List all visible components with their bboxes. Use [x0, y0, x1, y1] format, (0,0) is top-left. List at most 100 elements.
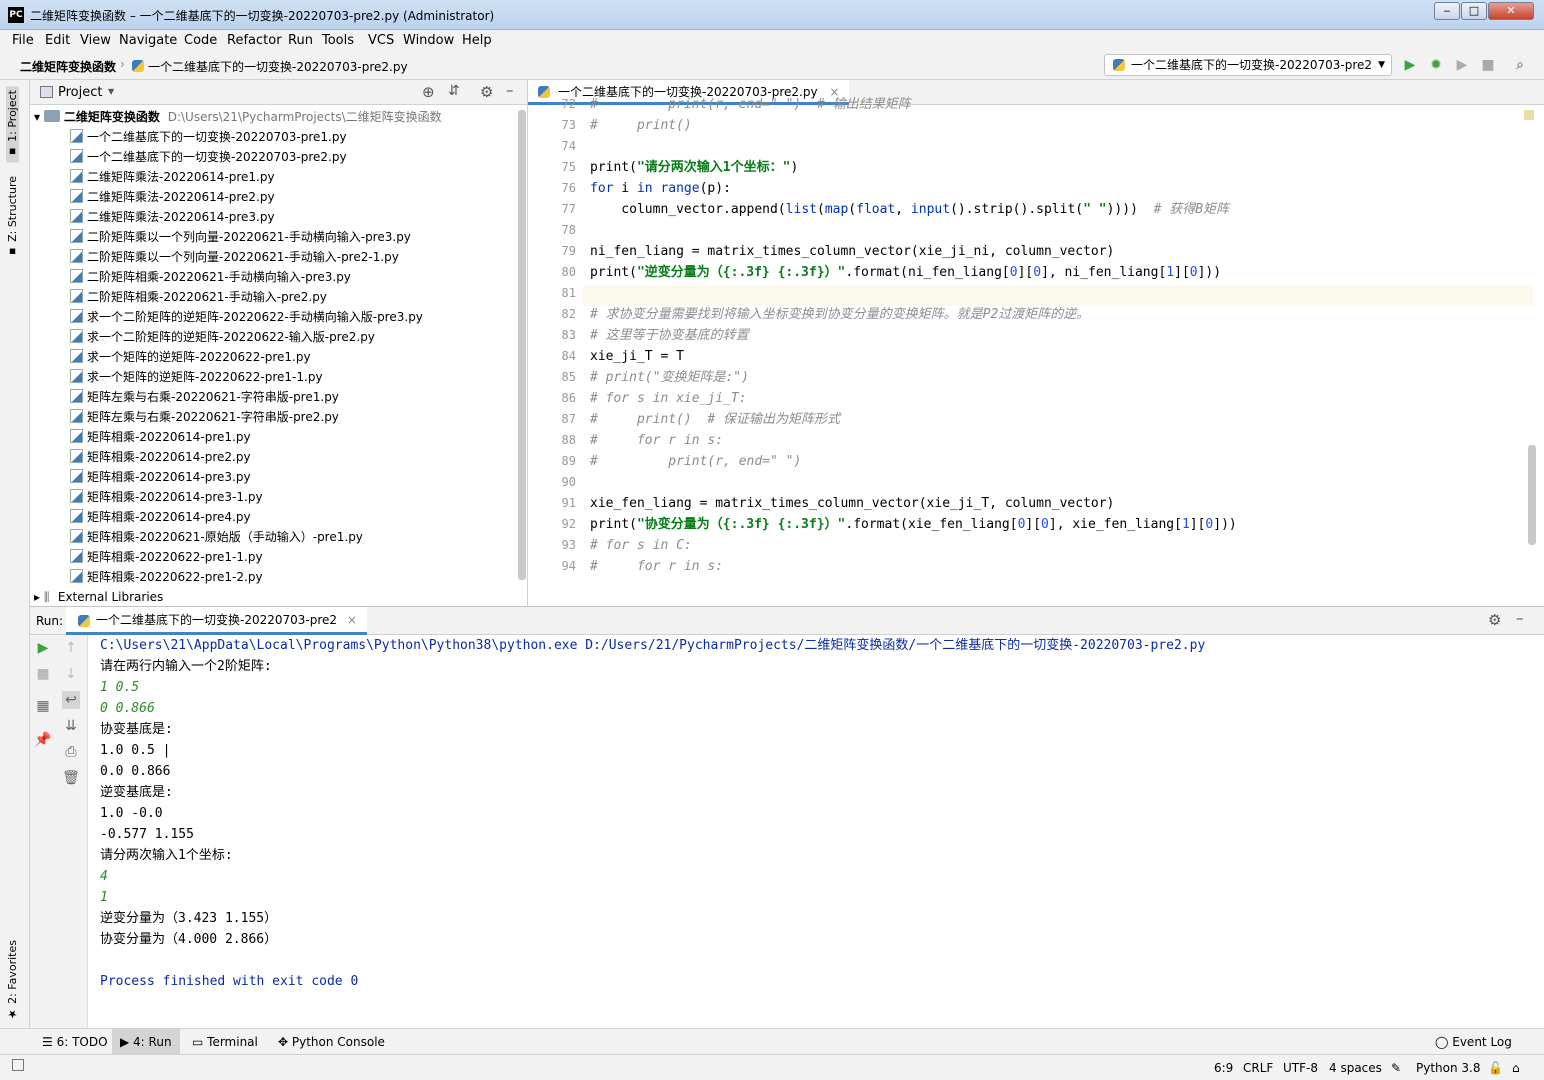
tree-file-item[interactable]: 矩阵相乘-20220614-pre3-1.py [70, 487, 263, 507]
tree-file-item[interactable]: 二阶矩阵相乘-20220621-手动输入-pre2.py [70, 287, 327, 307]
line-number: 86 [561, 391, 576, 405]
run-icon[interactable]: ▶ [1402, 57, 1418, 73]
tree-file-item[interactable]: 二阶矩阵相乘-20220621-手动横向输入-pre3.py [70, 267, 351, 287]
soft-wrap-icon[interactable]: ↩ [62, 691, 80, 709]
project-tool-tab[interactable]: ▪ 1: Project [6, 86, 19, 163]
favorites-tool-tab[interactable]: ★ 2: Favorites [6, 940, 19, 1020]
tree-file-item[interactable]: 一个二维基底下的一切变换-20220703-pre2.py [70, 147, 347, 167]
scroll-to-end-icon[interactable]: ⇊ [62, 717, 80, 735]
todo-tab[interactable]: ☰ 6: TODO [42, 1035, 108, 1049]
line-number: 76 [561, 181, 576, 195]
close-button[interactable]: ✕ [1488, 2, 1534, 20]
close-tab-icon[interactable]: × [347, 613, 357, 627]
project-panel-title[interactable]: Project [58, 85, 102, 100]
search-icon[interactable]: ⌕ [1512, 57, 1528, 73]
breadcrumb-project[interactable]: 二维矩阵变换函数 [20, 58, 116, 75]
cursor-position[interactable]: 6:9 [1214, 1061, 1233, 1075]
tree-file-item[interactable]: 矩阵相乘-20220622-pre1-2.py [70, 567, 263, 587]
library-icon: ⫼ [43, 590, 50, 604]
menu-window[interactable]: Window [403, 33, 454, 48]
tree-file-item[interactable]: 矩阵左乘与右乘-20220621-字符串版-pre1.py [70, 387, 339, 407]
expand-icon[interactable]: ▾ [34, 110, 40, 124]
trash-icon[interactable]: 🗑 [62, 769, 80, 787]
file-name: 矩阵相乘-20220614-pre2.py [87, 450, 251, 464]
run-tool-tab[interactable]: ▶ 4: Run [112, 1029, 180, 1055]
tree-file-item[interactable]: 二维矩阵乘法-20220614-pre1.py [70, 167, 275, 187]
expand-icon[interactable]: ▸ [34, 590, 40, 604]
code-area[interactable]: # print(r, end=" ") # 输出结果矩阵 # print() p… [583, 97, 1544, 605]
locate-icon[interactable]: ⊕ [422, 83, 435, 101]
readonly-pen-icon[interactable]: ✎ [1391, 1061, 1401, 1075]
stop-icon[interactable]: ■ [34, 665, 52, 683]
console-line: C:\Users\21\AppData\Local\Programs\Pytho… [100, 638, 1206, 653]
chevron-down-icon[interactable]: ▼ [108, 87, 114, 96]
tree-file-item[interactable]: 求一个二阶矩阵的逆矩阵-20220622-手动横向输入版-pre3.py [70, 307, 423, 327]
coverage-icon[interactable]: ▶ [1454, 57, 1470, 73]
lock-icon[interactable]: 🔓 [1488, 1061, 1503, 1075]
structure-tool-tab[interactable]: ▪ Z: Structure [6, 176, 19, 258]
terminal-tab[interactable]: ▭ Terminal [192, 1035, 258, 1049]
minimize-button[interactable]: ‒ [1434, 2, 1460, 20]
maximize-button[interactable]: □ [1461, 2, 1487, 20]
menu-tools[interactable]: Tools [322, 33, 354, 48]
memory-indicator-icon[interactable]: ⌂ [1512, 1061, 1520, 1075]
menu-edit[interactable]: Edit [45, 33, 70, 48]
external-libraries[interactable]: ▸ ⫼ External Libraries [34, 587, 163, 607]
run-configuration-select[interactable]: 一个二维基底下的一切变换-20220703-pre2 ▼ [1104, 54, 1392, 76]
gear-icon[interactable]: ⚙ [480, 83, 493, 101]
breadcrumb-file[interactable]: 一个二维基底下的一切变换-20220703-pre2.py [148, 58, 408, 75]
stop-icon[interactable]: ■ [1480, 57, 1496, 73]
menu-help[interactable]: Help [462, 33, 492, 48]
menu-navigate[interactable]: Navigate [119, 33, 177, 48]
tree-file-item[interactable]: 二阶矩阵乘以一个列向量-20220621-手动横向输入-pre3.py [70, 227, 411, 247]
tree-file-item[interactable]: 求一个矩阵的逆矩阵-20220622-pre1.py [70, 347, 311, 367]
up-arrow-icon[interactable]: ↑ [62, 639, 80, 657]
menu-refactor[interactable]: Refactor [227, 33, 282, 48]
run-tab[interactable]: 一个二维基底下的一切变换-20220703-pre2 × [66, 607, 367, 635]
python-file-icon [70, 129, 83, 143]
rerun-icon[interactable]: ▶ [34, 639, 52, 657]
event-log-tab[interactable]: ◯ Event Log [1435, 1035, 1512, 1049]
python-file-icon [70, 309, 83, 323]
line-number: 90 [561, 475, 576, 489]
tree-file-item[interactable]: 矩阵相乘-20220614-pre4.py [70, 507, 251, 527]
editor-scrollbar[interactable] [1528, 445, 1536, 545]
tree-file-item[interactable]: 二维矩阵乘法-20220614-pre3.py [70, 207, 275, 227]
layout-icon[interactable]: ▦ [34, 697, 52, 715]
tree-file-item[interactable]: 矩阵相乘-20220614-pre2.py [70, 447, 251, 467]
tree-file-item[interactable]: 二维矩阵乘法-20220614-pre2.py [70, 187, 275, 207]
menu-file[interactable]: File [12, 33, 34, 48]
tree-file-item[interactable]: 求一个矩阵的逆矩阵-20220622-pre1-1.py [70, 367, 323, 387]
tree-file-item[interactable]: 矩阵相乘-20220621-原始版（手动输入）-pre1.py [70, 527, 363, 547]
pin-icon[interactable]: 📌 [34, 731, 52, 749]
print-icon[interactable]: ⎙ [62, 743, 80, 761]
collapse-all-icon[interactable]: ⇵ [448, 83, 460, 99]
toggle-panels-icon[interactable] [12, 1059, 24, 1071]
inspection-indicator[interactable] [1524, 110, 1534, 120]
file-encoding[interactable]: UTF-8 [1283, 1061, 1318, 1075]
tree-file-item[interactable]: 二阶矩阵乘以一个列向量-20220621-手动输入-pre2-1.py [70, 247, 399, 267]
indent-setting[interactable]: 4 spaces [1329, 1061, 1382, 1075]
tree-root-folder[interactable]: ▾ 二维矩阵变换函数 D:\Users\21\PycharmProjects\二… [34, 107, 442, 127]
gear-icon[interactable]: ⚙ [1488, 611, 1501, 629]
tree-file-item[interactable]: 矩阵相乘-20220614-pre3.py [70, 467, 251, 487]
down-arrow-icon[interactable]: ↓ [62, 665, 80, 683]
tree-file-item[interactable]: 求一个二阶矩阵的逆矩阵-20220622-输入版-pre2.py [70, 327, 375, 347]
python-interpreter[interactable]: Python 3.8 [1416, 1061, 1481, 1075]
tree-file-item[interactable]: 矩阵相乘-20220622-pre1-1.py [70, 547, 263, 567]
menu-code[interactable]: Code [184, 33, 217, 48]
tree-file-item[interactable]: 矩阵相乘-20220614-pre1.py [70, 427, 251, 447]
project-scrollbar[interactable] [518, 110, 526, 580]
tree-file-item[interactable]: 矩阵左乘与右乘-20220621-字符串版-pre2.py [70, 407, 339, 427]
line-separator[interactable]: CRLF [1243, 1061, 1273, 1075]
python-console-tab[interactable]: ✥ Python Console [278, 1035, 385, 1049]
menu-run[interactable]: Run [288, 33, 313, 48]
menu-view[interactable]: View [80, 33, 111, 48]
tree-file-item[interactable]: 一个二维基底下的一切变换-20220703-pre1.py [70, 127, 347, 147]
menu-vcs[interactable]: VCS [368, 33, 394, 48]
hide-icon[interactable]: – [1516, 609, 1524, 627]
debug-icon[interactable]: ✹ [1428, 57, 1444, 73]
file-name: 矩阵相乘-20220614-pre3-1.py [87, 490, 263, 504]
line-number: 83 [561, 328, 576, 342]
hide-icon[interactable]: – [506, 81, 514, 99]
